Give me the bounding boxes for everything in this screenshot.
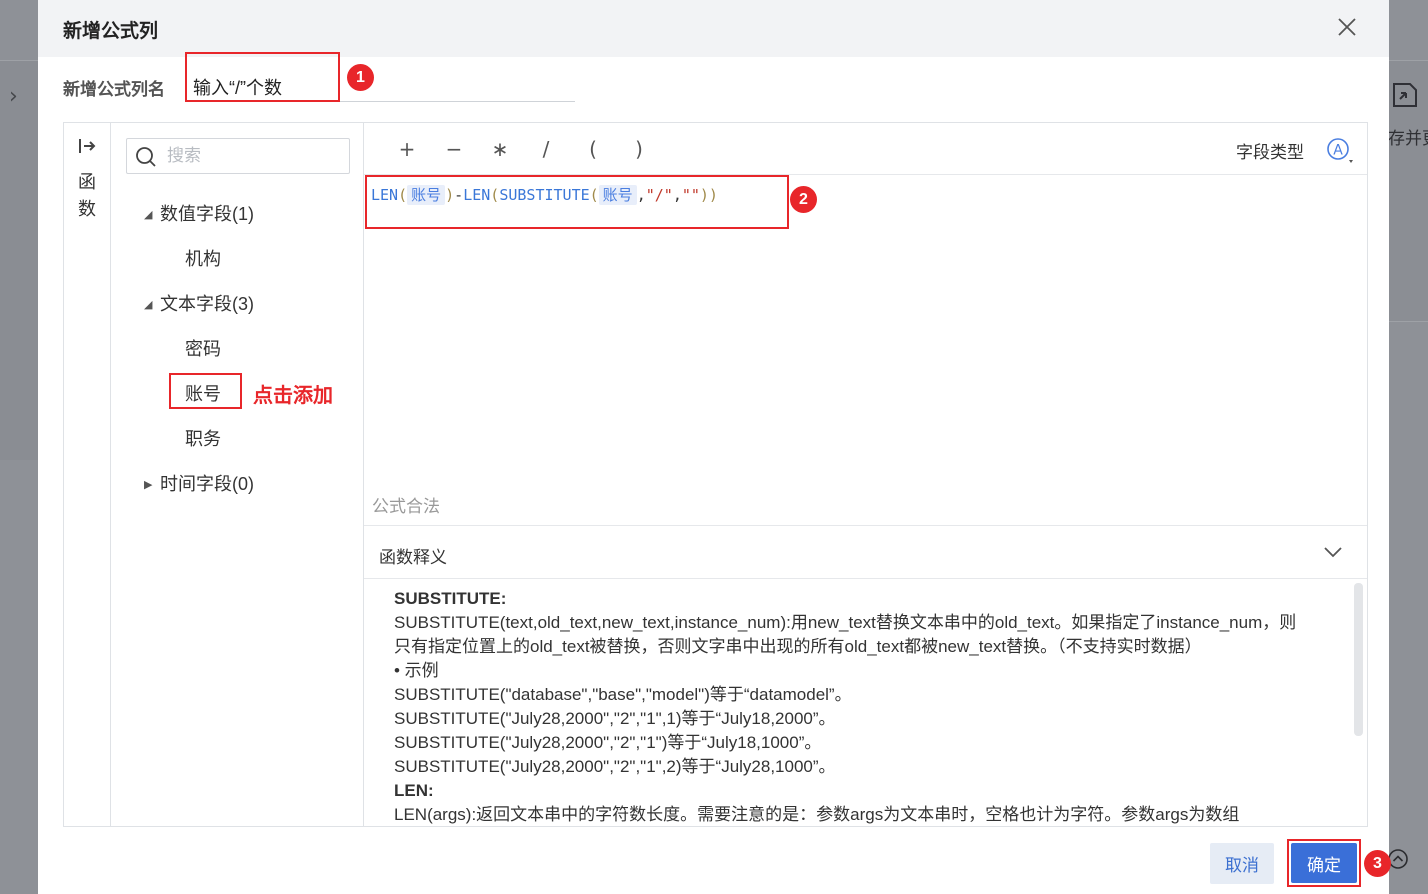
column-name-label: 新增公式列名 (63, 80, 165, 99)
fields-panel: ◢ 数值字段(1) 机构 ◢ 文本字段(3) 密码 账号 点击添加 职务 ▶ 时间字段… (111, 123, 364, 826)
function-rail[interactable]: 函数 (64, 123, 111, 826)
explain-text: SUBSTITUTE("July28,2000","2","1",1)等于“Ju… (394, 709, 836, 728)
formula-editor: 函数 ◢ 数值字段(1) 机构 ◢ 文本字段(3) 密码 账号 点击添加 职务 (63, 122, 1368, 827)
annotation-badge-1: 1 (347, 64, 374, 91)
close-icon[interactable] (1334, 14, 1360, 40)
save-export-icon (1393, 83, 1417, 107)
formula-function: LEN (371, 186, 399, 204)
formula-field-token[interactable]: 账号 (598, 185, 637, 205)
search-icon (136, 147, 156, 167)
tree-group-text[interactable]: ◢ 文本字段(3) (144, 290, 254, 316)
background-save-text: 存并更 (1388, 129, 1428, 148)
formula-field-token[interactable]: 账号 (407, 185, 446, 205)
formula-validity-status: 公式合法 (372, 497, 440, 516)
chevron-down-icon[interactable] (1322, 543, 1344, 561)
tree-item-password[interactable]: 密码 (185, 335, 221, 361)
column-name-field-wrap (185, 52, 575, 102)
function-explain-body: SUBSTITUTE: SUBSTITUTE(text,old_text,new… (394, 587, 1304, 825)
add-formula-column-dialog: 新增公式列 新增公式列名 1 函数 ◢ 数值字段(1) (38, 0, 1391, 894)
annotation-click-to-add: 点击添加 (253, 385, 333, 407)
function-rail-label: 函数 (78, 172, 96, 219)
function-explain-header[interactable]: 函数释义 (364, 525, 1367, 579)
caret-right-icon: ▶ (144, 479, 153, 491)
ok-button[interactable]: 确定 (1291, 843, 1357, 883)
explain-scrollbar[interactable] (1354, 583, 1363, 736)
annotation-badge-3: 3 (1364, 850, 1391, 877)
tree-item-position[interactable]: 职务 (185, 425, 221, 451)
tree-item-account[interactable]: 账号 (185, 380, 221, 406)
field-type-label: 字段类型 (1236, 143, 1304, 162)
tree-item-jigou[interactable]: 机构 (185, 245, 221, 271)
dialog-title: 新增公式列 (63, 21, 159, 42)
tree-group-time[interactable]: ▶ 时间字段(0) (144, 470, 254, 496)
background-left-panel: › (0, 0, 38, 894)
operator-plus-button[interactable]: + (392, 135, 422, 163)
column-name-input[interactable] (185, 52, 340, 102)
chevron-right-icon: › (9, 84, 18, 109)
cancel-button[interactable]: 取消 (1210, 843, 1274, 884)
field-type-dropdown-icon[interactable]: A (1325, 136, 1357, 166)
caret-down-icon: ◢ (144, 299, 153, 311)
operator-close-paren-button[interactable]: ) (624, 135, 654, 163)
tree-group-numeric[interactable]: ◢ 数值字段(1) (144, 200, 254, 226)
explain-heading: SUBSTITUTE: (394, 589, 507, 608)
annotation-badge-2: 2 (790, 186, 817, 213)
formula-area: + − ∗ / ( ) 字段类型 A LEN(账号)-LEN(SUBSTITUT… (364, 123, 1367, 826)
explain-text: SUBSTITUTE("July28,2000","2","1",2)等于“Ju… (394, 757, 836, 776)
formula-function: SUBSTITUTE (499, 186, 590, 204)
background-left-strip (0, 60, 38, 460)
field-search[interactable] (126, 138, 350, 174)
dialog-header: 新增公式列 (38, 0, 1389, 57)
explain-text: LEN(args):返回文本串中的字符数长度。需要注意的是：参数args为文本串… (394, 805, 1240, 824)
svg-text:A: A (1333, 143, 1343, 159)
explain-text: SUBSTITUTE("database","base","model")等于“… (394, 685, 852, 704)
operator-open-paren-button[interactable]: ( (578, 135, 608, 163)
caret-down-icon: ◢ (144, 209, 153, 221)
formula-string: "/" (645, 186, 673, 204)
formula-function: LEN (463, 186, 491, 204)
search-input[interactable] (167, 139, 347, 173)
operator-minus-button[interactable]: − (439, 135, 469, 163)
operator-toolbar: + − ∗ / ( ) 字段类型 A (364, 123, 1367, 175)
formula-editor-text[interactable]: LEN(账号)-LEN(SUBSTITUTE(账号 ,"/","")) (371, 184, 718, 205)
formula-operator: - (454, 186, 464, 204)
explain-text: SUBSTITUTE("July28,2000","2","1")等于“July… (394, 733, 822, 752)
explain-text: SUBSTITUTE(text,old_text,new_text,instan… (394, 613, 1297, 656)
operator-multiply-button[interactable]: ∗ (485, 135, 515, 163)
function-explain-title: 函数释义 (379, 548, 447, 567)
operator-divide-button[interactable]: / (531, 135, 561, 163)
tree-group-label: 文本字段(3) (160, 294, 254, 314)
formula-string: "" (681, 186, 700, 204)
tree-group-label: 时间字段(0) (160, 474, 254, 494)
explain-text: • 示例 (394, 661, 439, 680)
expand-panel-icon[interactable] (78, 138, 96, 154)
explain-heading: LEN: (394, 781, 434, 800)
tree-group-label: 数值字段(1) (160, 204, 254, 224)
